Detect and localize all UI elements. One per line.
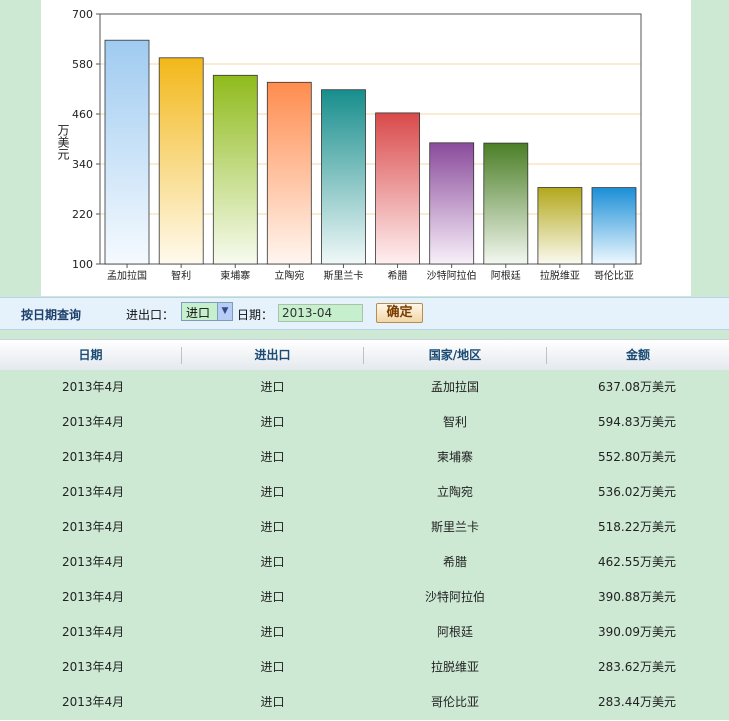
bar-1[interactable] xyxy=(158,57,204,265)
table-row: 2013年4月 进口 阿根廷 390.09万美元 xyxy=(0,615,729,651)
bar-4[interactable] xyxy=(321,89,366,265)
y-tick-label: 220 xyxy=(72,208,93,221)
header-type[interactable]: 进出口 xyxy=(182,340,363,370)
table-row: 2013年4月 进口 孟加拉国 637.08万美元 xyxy=(0,370,729,406)
bar-8[interactable] xyxy=(537,187,583,265)
y-axis-label: 万美元 xyxy=(56,124,70,161)
table-row: 2013年4月 进口 拉脱维亚 283.62万美元 xyxy=(0,650,729,686)
table-row: 2013年4月 进口 智利 594.83万美元 xyxy=(0,405,729,441)
y-tick-label: 580 xyxy=(72,58,93,71)
cell-type: 进口 xyxy=(260,695,285,709)
cell-type: 进口 xyxy=(260,415,285,429)
chevron-down-icon[interactable]: ▼ xyxy=(217,303,232,320)
table-row: 2013年4月 进口 柬埔寨 552.80万美元 xyxy=(0,440,729,476)
bar-chart: 100 220 340 460 580 700 万美元孟加拉国 智利 柬埔寨 立陶宛 斯里兰卡 希腊 沙… xyxy=(56,8,642,282)
cell-date: 2013年4月 xyxy=(62,660,125,674)
filter-title: 按日期查询 xyxy=(21,308,82,322)
header-amount[interactable]: 金额 xyxy=(547,340,729,370)
x-tick-label: 哥伦比亚 xyxy=(594,269,634,282)
cell-amount: 283.44万美元 xyxy=(598,695,676,709)
date-input[interactable]: 2013-04 xyxy=(278,304,363,322)
table-row: 2013年4月 进口 希腊 462.55万美元 xyxy=(0,545,729,581)
cell-country: 斯里兰卡 xyxy=(430,520,479,534)
x-tick-label: 立陶宛 xyxy=(274,269,304,282)
y-tick-label: 700 xyxy=(72,8,93,21)
date-label: 日期： xyxy=(237,308,274,322)
cell-date: 2013年4月 xyxy=(62,520,125,534)
cell-date: 2013年4月 xyxy=(62,590,125,604)
bar-2[interactable] xyxy=(212,74,258,265)
table-row: 2013年4月 进口 斯里兰卡 518.22万美元 xyxy=(0,510,729,546)
confirm-button[interactable]: 确定 xyxy=(376,303,423,323)
x-tick-label: 阿根廷 xyxy=(491,269,521,282)
cell-type: 进口 xyxy=(260,450,285,464)
cell-amount: 637.08万美元 xyxy=(598,380,676,394)
x-tick-label: 拉脱维亚 xyxy=(540,269,580,282)
cell-type: 进口 xyxy=(260,380,285,394)
cell-amount: 518.22万美元 xyxy=(598,520,676,534)
chart-panel: 100 220 340 460 580 700 万美元孟加拉国 智利 柬埔寨 立陶宛 斯里兰卡 希腊 沙… xyxy=(41,0,691,296)
cell-country: 拉脱维亚 xyxy=(430,660,479,674)
cell-country: 哥伦比亚 xyxy=(430,695,479,709)
cell-amount: 462.55万美元 xyxy=(598,555,676,569)
filter-bar: 按日期查询 进出口： 进口 ▼ 日期： 2013-04 确定 xyxy=(0,297,729,330)
table-row: 2013年4月 进口 立陶宛 536.02万美元 xyxy=(0,475,729,511)
y-tick-label: 460 xyxy=(72,108,93,121)
bar-7[interactable] xyxy=(483,142,529,265)
cell-type: 进口 xyxy=(260,590,285,604)
cell-country: 沙特阿拉伯 xyxy=(424,590,485,604)
cell-type: 进口 xyxy=(260,555,285,569)
type-select[interactable]: 进口 ▼ xyxy=(181,302,233,321)
cell-country: 智利 xyxy=(442,415,467,429)
y-tick-label: 340 xyxy=(72,158,93,171)
x-tick-label: 智利 xyxy=(171,269,191,282)
cell-type: 进口 xyxy=(260,625,285,639)
header-date[interactable]: 日期 xyxy=(0,340,181,370)
cell-date: 2013年4月 xyxy=(62,625,125,639)
cell-date: 2013年4月 xyxy=(62,695,125,709)
type-label: 进出口： xyxy=(126,308,175,322)
y-tick-label: 100 xyxy=(72,258,93,271)
cell-date: 2013年4月 xyxy=(62,450,125,464)
cell-amount: 536.02万美元 xyxy=(598,485,676,499)
table-row: 2013年4月 进口 哥伦比亚 283.44万美元 xyxy=(0,685,729,721)
cell-amount: 552.80万美元 xyxy=(598,450,676,464)
table-row: 2013年4月 进口 沙特阿拉伯 390.88万美元 xyxy=(0,580,729,616)
cell-country: 立陶宛 xyxy=(436,485,473,499)
cell-country: 阿根廷 xyxy=(436,625,473,639)
x-tick-label: 斯里兰卡 xyxy=(323,269,363,282)
bar-6[interactable] xyxy=(429,142,475,265)
cell-type: 进口 xyxy=(260,660,285,674)
bar-0[interactable] xyxy=(104,39,150,265)
bar-5[interactable] xyxy=(375,112,421,265)
cell-date: 2013年4月 xyxy=(62,555,125,569)
cell-amount: 594.83万美元 xyxy=(598,415,676,429)
x-tick-label: 柬埔寨 xyxy=(220,269,250,282)
cell-type: 进口 xyxy=(260,520,285,534)
bar-3[interactable] xyxy=(266,81,312,265)
cell-date: 2013年4月 xyxy=(62,415,125,429)
cell-country: 希腊 xyxy=(442,555,467,569)
cell-amount: 390.09万美元 xyxy=(598,625,676,639)
cell-country: 孟加拉国 xyxy=(430,380,479,394)
x-tick-label: 沙特阿拉伯 xyxy=(427,269,477,282)
cell-amount: 390.88万美元 xyxy=(598,590,676,604)
type-select-value: 进口 xyxy=(186,306,211,320)
table-header: 日期 进出口 国家/地区 金额 xyxy=(0,339,729,371)
bar-9[interactable] xyxy=(591,187,637,265)
x-tick-label: 孟加拉国 xyxy=(107,269,147,282)
cell-date: 2013年4月 xyxy=(62,380,125,394)
x-tick-label: 希腊 xyxy=(388,269,408,282)
cell-amount: 283.62万美元 xyxy=(598,660,676,674)
header-country[interactable]: 国家/地区 xyxy=(364,340,546,370)
cell-date: 2013年4月 xyxy=(62,485,125,499)
cell-type: 进口 xyxy=(260,485,285,499)
cell-country: 柬埔寨 xyxy=(436,450,473,464)
